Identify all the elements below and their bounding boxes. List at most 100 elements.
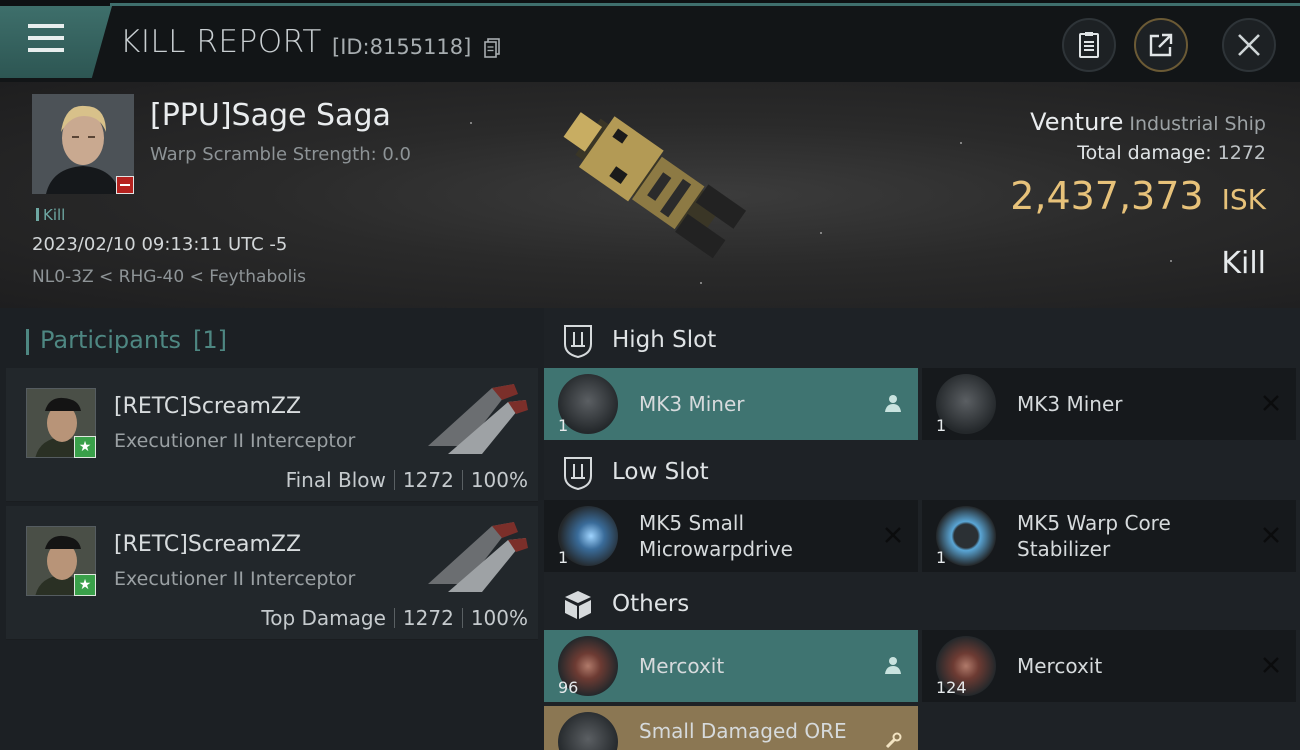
kill-tag: Kill [36, 206, 65, 224]
item-name: MK5 Small Microwarpdrive [639, 511, 793, 561]
x-icon [1260, 392, 1282, 414]
item-quantity: 96 [558, 678, 579, 697]
victim-ship-class: Industrial Ship [1129, 113, 1266, 135]
menu-button[interactable] [0, 6, 112, 78]
separator [393, 470, 395, 490]
fitted-item[interactable]: 1 MK5 Warp Core Stabilizer [922, 500, 1296, 572]
others-header: Others [544, 574, 1300, 634]
participant-percent: 100% [470, 468, 528, 492]
warp-scramble-strength: Warp Scramble Strength: 0.0 [150, 144, 412, 165]
kill-datetime: 2023/02/10 09:13:11 UTC -5 [32, 234, 288, 255]
fleet-star-badge: ★ [74, 436, 96, 458]
cargo-item[interactable]: 96 Mercoxit [544, 630, 918, 702]
item-quantity: 1 [936, 416, 947, 435]
result-label: Kill [1221, 246, 1266, 281]
share-button[interactable] [1134, 18, 1188, 72]
fleet-star-badge: ★ [74, 574, 96, 596]
item-name: Mercoxit [1017, 654, 1103, 678]
item-name: Mercoxit [639, 654, 725, 678]
share-icon [1149, 33, 1173, 57]
participant-card[interactable]: ★ [RETC]ScreamZZ Executioner II Intercep… [6, 506, 538, 640]
background-star [1170, 260, 1172, 262]
kill-tag-label: Kill [43, 206, 66, 224]
participant-damage: 1272 [402, 606, 454, 630]
high-slot-header: High Slot [544, 310, 1300, 370]
item-name: MK3 Miner [639, 392, 745, 416]
separator [461, 608, 463, 628]
person-icon [882, 392, 904, 414]
background-star [820, 232, 822, 234]
isk-amount: 2,437,373 [1010, 174, 1204, 218]
fitted-item[interactable]: 1 MK5 Small Microwarpdrive [544, 500, 918, 572]
low-slot-title: Low Slot [612, 459, 709, 485]
victim-name[interactable]: [PPU]Sage Saga [150, 98, 391, 133]
clipboard-button[interactable] [1062, 18, 1116, 72]
close-button[interactable] [1222, 18, 1276, 72]
menu-icon [28, 24, 64, 54]
participant-role: Final Blow [285, 468, 386, 492]
interceptor-ship-image [428, 384, 528, 454]
isk-value: 2,437,373 ISK [1010, 174, 1266, 218]
item-quantity: 1 [936, 548, 947, 567]
total-damage: Total damage: 1272 [1077, 142, 1266, 164]
low-slot-header: Low Slot [544, 442, 1300, 502]
participant-role: Top Damage [261, 606, 386, 630]
others-title: Others [612, 591, 690, 617]
participants-count: [1] [192, 326, 227, 354]
page-title: KILL REPORT [120, 24, 322, 60]
close-icon [1238, 34, 1260, 56]
loss-badge [116, 176, 134, 194]
copy-icon[interactable] [484, 38, 500, 58]
background-star [960, 142, 962, 144]
fitted-item[interactable]: 1 MK3 Miner [544, 368, 918, 440]
total-damage-label: Total damage: [1077, 142, 1212, 164]
clipboard-icon [1079, 32, 1099, 58]
kill-tag-bar [36, 208, 39, 221]
participant-stats: Final Blow 1272 100% [286, 468, 528, 492]
high-slot-icon [564, 325, 592, 358]
cargo-item[interactable]: Small Damaged ORE [544, 706, 918, 750]
participant-name[interactable]: [RETC]ScreamZZ [114, 532, 301, 557]
x-icon [1260, 654, 1282, 676]
participant-ship: Executioner II Interceptor [114, 568, 356, 590]
low-slot-icon [564, 457, 592, 490]
separator [393, 608, 395, 628]
interceptor-ship-image [428, 522, 528, 592]
participant-damage: 1272 [402, 468, 454, 492]
item-quantity: 124 [936, 678, 967, 697]
participant-name[interactable]: [RETC]ScreamZZ [114, 394, 301, 419]
victim-banner: [PPU]Sage Saga Warp Scramble Strength: 0… [0, 82, 1300, 308]
background-star [470, 122, 472, 124]
participants-panel: Participants [1] ★ [RETC]ScreamZZ Executi… [0, 308, 544, 750]
kill-location[interactable]: NL0-3Z < RHG-40 < Feythabolis [32, 267, 306, 287]
participants-title-label: Participants [40, 326, 181, 354]
x-icon [882, 524, 904, 546]
x-icon [1260, 524, 1282, 546]
person-icon [882, 654, 904, 676]
cargo-item[interactable]: 124 Mercoxit [922, 630, 1296, 702]
victim-ship: Venture Industrial Ship [1030, 108, 1266, 136]
item-name: Small Damaged ORE [639, 719, 847, 743]
kill-id: [ID:8155118] [332, 35, 472, 59]
cargo-box-icon [565, 591, 591, 619]
participant-ship: Executioner II Interceptor [114, 430, 356, 452]
participant-stats: Top Damage 1272 100% [261, 606, 528, 630]
high-slot-title: High Slot [612, 327, 717, 353]
venture-ship-image [563, 112, 747, 259]
participant-percent: 100% [470, 606, 528, 630]
fitted-item[interactable]: 1 MK3 Miner [922, 368, 1296, 440]
fitting-panel: High Slot 1 MK3 Miner 1 MK3 Miner Low Sl… [544, 308, 1300, 750]
item-quantity: 1 [558, 548, 569, 567]
item-quantity: 1 [558, 416, 569, 435]
victim-ship-name[interactable]: Venture [1030, 108, 1123, 136]
participant-card[interactable]: ★ [RETC]ScreamZZ Executioner II Intercep… [6, 368, 538, 502]
item-name: MK3 Miner [1017, 392, 1123, 416]
separator [461, 470, 463, 490]
header-bar: KILL REPORT [ID:8155118] [0, 6, 1300, 82]
participants-title: Participants [1] [26, 326, 227, 355]
wrench-icon [882, 730, 904, 750]
isk-unit: ISK [1221, 183, 1266, 216]
total-damage-value: 1272 [1217, 142, 1266, 164]
salvage-icon [558, 712, 618, 750]
item-name: MK5 Warp Core Stabilizer [1017, 511, 1171, 561]
